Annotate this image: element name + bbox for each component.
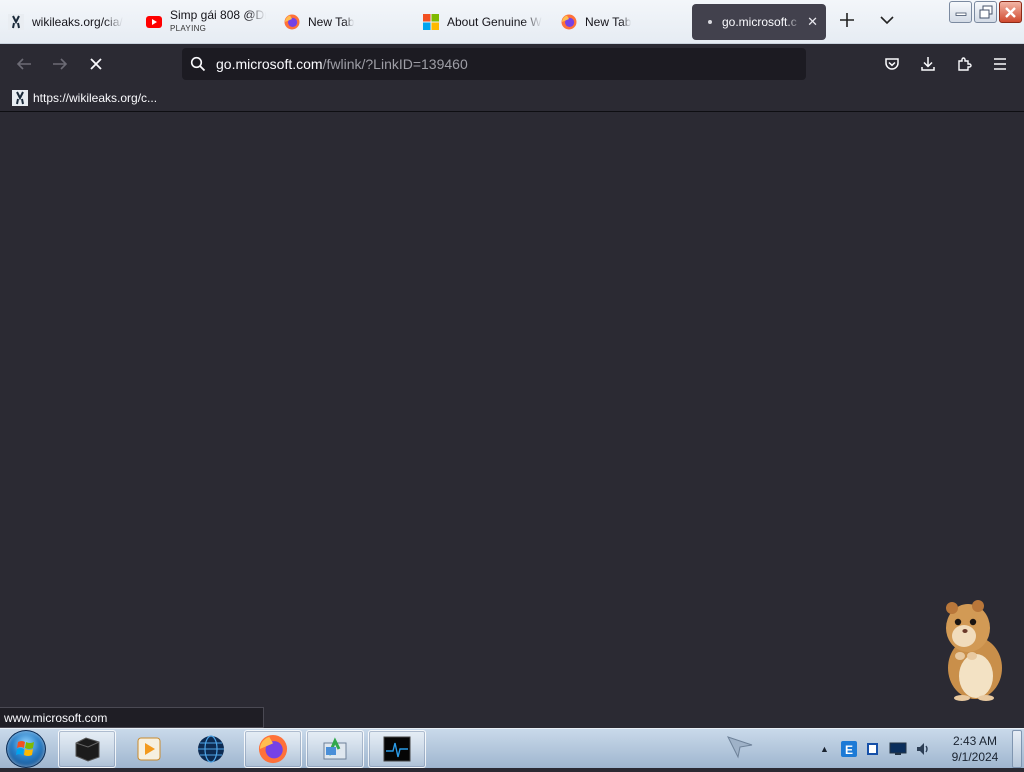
close-icon xyxy=(1005,6,1016,18)
taskbar-globe-app[interactable] xyxy=(182,730,240,768)
taskbar-monitor-app[interactable] xyxy=(368,730,426,768)
forward-button[interactable] xyxy=(46,52,74,76)
status-url: www.microsoft.com xyxy=(4,711,108,725)
new-tab-button[interactable] xyxy=(838,11,856,33)
tab-label: go.microsoft.c xyxy=(722,15,797,29)
tab-new-tab-2[interactable]: New Tab xyxy=(561,4,681,40)
terminal-app-icon xyxy=(75,737,100,762)
close-window-button[interactable] xyxy=(999,1,1022,23)
action-center-flag-icon[interactable] xyxy=(865,741,881,757)
url-host: go.microsoft.com xyxy=(216,56,323,72)
tab-playing-label: PLAYING xyxy=(170,24,207,33)
page-content xyxy=(0,113,1024,728)
tray-app-e-icon[interactable]: E xyxy=(840,741,857,757)
minimize-button[interactable] xyxy=(949,1,972,23)
tab-go-microsoft[interactable]: go.microsoft.c ✕ xyxy=(692,4,826,40)
tab-wikileaks[interactable]: wikileaks.org/cia/ xyxy=(8,4,128,40)
network-icon[interactable] xyxy=(889,742,907,756)
tab-label: About Genuine W xyxy=(447,15,542,29)
wikileaks-favicon-icon xyxy=(8,14,24,30)
start-button[interactable] xyxy=(6,730,46,768)
back-button[interactable] xyxy=(10,52,38,76)
firefox-icon xyxy=(284,14,300,30)
loading-dot-icon xyxy=(708,20,712,24)
tab-new-tab-1[interactable]: New Tab xyxy=(284,4,404,40)
tab-strip: wikileaks.org/cia/ Simp gái 808 @Dr PLAY… xyxy=(0,0,1024,44)
bookmark-item[interactable]: https://wikileaks.org/c... xyxy=(12,90,157,106)
tab-label: Simp gái 808 @Dr xyxy=(170,9,266,22)
pocket-button[interactable] xyxy=(878,52,906,76)
restore-button[interactable] xyxy=(974,1,997,23)
status-panel: www.microsoft.com xyxy=(0,707,264,728)
download-icon xyxy=(921,57,935,71)
tab-label: New Tab xyxy=(308,15,355,29)
window-controls xyxy=(949,1,1022,23)
restore-icon xyxy=(979,5,992,19)
minimize-icon xyxy=(955,12,966,16)
volume-icon[interactable] xyxy=(915,741,931,757)
resource-monitor-icon xyxy=(383,736,411,762)
taskbar-media-player-app[interactable] xyxy=(120,730,178,768)
wikileaks-favicon-icon xyxy=(12,90,28,106)
taskbar-installer-app[interactable] xyxy=(306,730,364,768)
bookmark-label: https://wikileaks.org/c... xyxy=(33,91,158,105)
tab-label: wikileaks.org/cia/ xyxy=(32,15,123,29)
media-player-icon xyxy=(137,737,161,761)
close-tab-icon[interactable]: ✕ xyxy=(807,14,818,30)
tab-about-genuine[interactable]: About Genuine W xyxy=(423,4,543,40)
menu-button[interactable] xyxy=(986,52,1014,76)
globe-icon xyxy=(198,735,224,763)
forward-arrow-icon xyxy=(53,58,68,70)
downloads-button[interactable] xyxy=(914,52,942,76)
desktop-pet-hamster[interactable] xyxy=(938,598,1008,702)
taskbar-firefox-app[interactable] xyxy=(244,730,302,768)
taskbar: ▲ E 2:43 AM 9/1/2024 xyxy=(0,728,1024,768)
tab-label: New Tab xyxy=(585,15,632,29)
hamburger-menu-icon xyxy=(994,58,1006,70)
system-clock[interactable]: 2:43 AM 9/1/2024 xyxy=(940,733,1010,765)
firefox-icon xyxy=(561,14,577,30)
puzzle-piece-icon xyxy=(958,57,972,71)
taskbar-terminal-app[interactable] xyxy=(58,730,116,768)
youtube-icon xyxy=(146,14,162,30)
search-icon xyxy=(190,56,206,72)
navigation-toolbar: go.microsoft.com/fwlink/?LinkID=139460 xyxy=(0,44,1024,84)
cursor-arrow-icon xyxy=(726,733,754,764)
show-hidden-icons-icon[interactable]: ▲ xyxy=(820,744,829,754)
installer-icon xyxy=(323,737,347,760)
address-bar[interactable]: go.microsoft.com/fwlink/?LinkID=139460 xyxy=(182,48,806,80)
extensions-button[interactable] xyxy=(950,52,978,76)
hamster-icon xyxy=(946,600,1002,701)
stop-button[interactable] xyxy=(82,52,110,76)
stop-icon xyxy=(90,58,102,70)
list-all-tabs-button[interactable] xyxy=(878,11,896,33)
pocket-icon xyxy=(885,58,899,70)
clock-date: 9/1/2024 xyxy=(951,750,999,764)
svg-text:E: E xyxy=(845,743,853,757)
firefox-icon xyxy=(258,734,288,764)
url-text[interactable]: go.microsoft.com/fwlink/?LinkID=139460 xyxy=(216,56,468,72)
clock-time: 2:43 AM xyxy=(952,734,998,748)
show-desktop-button[interactable] xyxy=(1012,730,1022,768)
url-path: /fwlink/?LinkID=139460 xyxy=(322,56,468,72)
bookmarks-toolbar: https://wikileaks.org/c... xyxy=(0,84,1024,112)
windows-logo-icon xyxy=(16,741,34,756)
back-arrow-icon xyxy=(16,58,31,70)
microsoft-logo-icon xyxy=(423,14,439,30)
tab-youtube[interactable]: Simp gái 808 @Dr PLAYING xyxy=(146,4,266,40)
notification-area: ▲ E xyxy=(820,729,931,769)
